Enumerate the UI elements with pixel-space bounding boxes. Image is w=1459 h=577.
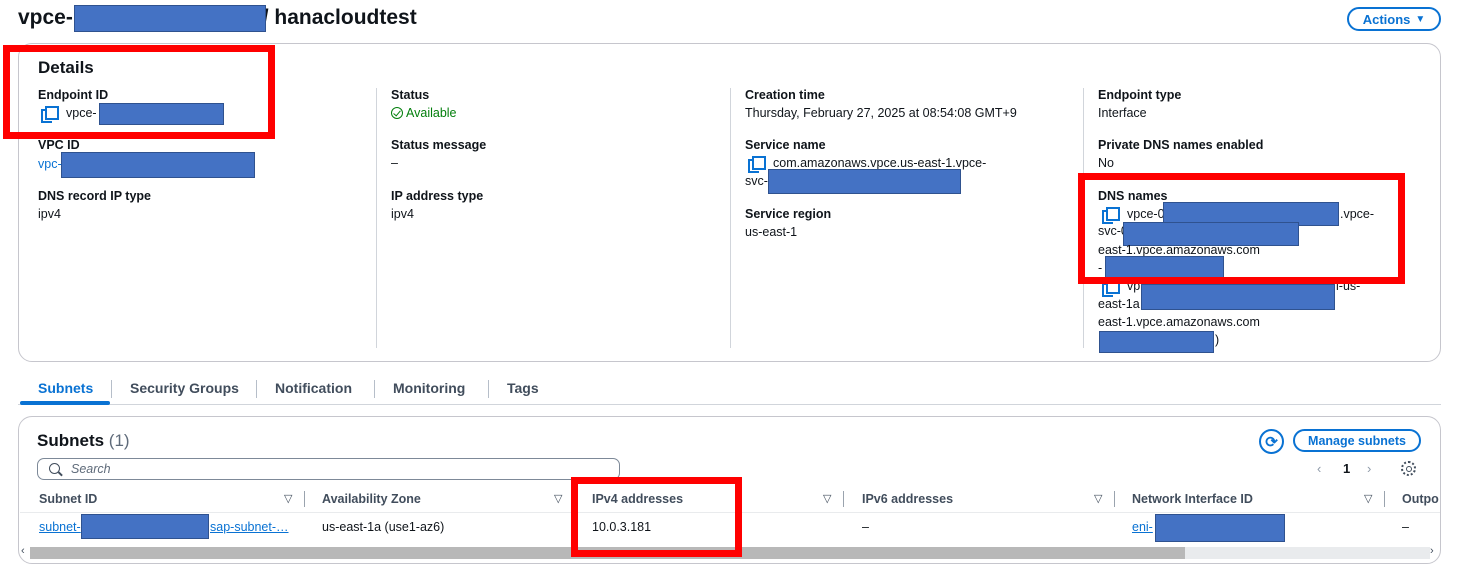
tab-monitoring[interactable]: Monitoring bbox=[393, 380, 465, 396]
column-divider[interactable] bbox=[304, 491, 305, 507]
actions-button[interactable]: Actions ▼ bbox=[1347, 7, 1441, 31]
ipv6-cell: – bbox=[862, 520, 869, 534]
copy-icon[interactable] bbox=[748, 156, 766, 173]
redacted-block bbox=[74, 5, 266, 32]
column-divider[interactable] bbox=[1384, 491, 1385, 507]
service-region-value: us-east-1 bbox=[745, 225, 798, 239]
tab-separator bbox=[256, 380, 257, 398]
column-header-outpost[interactable]: Outpo bbox=[1402, 492, 1439, 506]
eni-link[interactable]: eni- bbox=[1132, 520, 1153, 534]
service-name-line1: com.amazonaws.vpce.us-east-1.vpce- bbox=[773, 156, 987, 170]
outpost-cell: – bbox=[1402, 520, 1409, 534]
availability-zone-cell: us-east-1a (use1-az6) bbox=[322, 520, 445, 534]
annotation-box-endpoint-id bbox=[3, 45, 275, 139]
status-message-label: Status message bbox=[391, 138, 487, 152]
subnet-id-link[interactable]: subnet- bbox=[39, 520, 81, 534]
creation-time-label: Creation time bbox=[745, 88, 825, 102]
endpoint-type-label: Endpoint type bbox=[1098, 88, 1182, 102]
tab-subnets[interactable]: Subnets bbox=[38, 380, 93, 396]
scroll-left-arrow[interactable]: ‹ bbox=[21, 545, 25, 557]
dns-name-2-line4: ) bbox=[1215, 333, 1220, 347]
caret-down-icon: ▼ bbox=[1415, 13, 1426, 25]
redacted-block bbox=[768, 169, 961, 194]
service-name-line2: svc- bbox=[745, 174, 768, 188]
vpc-id-label: VPC ID bbox=[38, 138, 80, 152]
tab-separator bbox=[111, 380, 112, 398]
annotation-box-ipv4 bbox=[571, 477, 742, 557]
status-message-value: – bbox=[391, 156, 398, 170]
search-input[interactable]: Search bbox=[37, 458, 620, 480]
title-suffix: / hanacloudtest bbox=[256, 6, 417, 29]
subnets-count: (1) bbox=[108, 431, 130, 450]
column-divider bbox=[730, 88, 731, 348]
title-prefix: vpce- bbox=[18, 6, 73, 29]
column-divider[interactable] bbox=[843, 491, 844, 507]
dns-record-ip-type-value: ipv4 bbox=[38, 207, 61, 221]
redacted-block bbox=[61, 152, 255, 178]
ip-address-type-label: IP address type bbox=[391, 189, 484, 203]
tab-separator bbox=[488, 380, 489, 398]
redacted-block bbox=[1155, 514, 1285, 542]
check-circle-icon bbox=[391, 107, 403, 119]
tab-notification[interactable]: Notification bbox=[275, 380, 352, 396]
column-header-availability-zone[interactable]: Availability Zone bbox=[322, 492, 421, 506]
sort-icon[interactable]: ▽ bbox=[823, 492, 831, 505]
private-dns-label: Private DNS names enabled bbox=[1098, 138, 1264, 152]
tabs-divider bbox=[18, 404, 1441, 405]
manage-subnets-button[interactable]: Manage subnets bbox=[1293, 429, 1421, 452]
annotation-box-dns-names bbox=[1078, 173, 1405, 284]
column-header-ipv6[interactable]: IPv6 addresses bbox=[862, 492, 953, 506]
tab-separator bbox=[374, 380, 375, 398]
active-tab-indicator bbox=[20, 401, 110, 405]
search-icon bbox=[49, 463, 60, 474]
service-region-label: Service region bbox=[745, 207, 832, 221]
status-label: Status bbox=[391, 88, 430, 102]
refresh-button[interactable]: ⟳ bbox=[1259, 429, 1284, 454]
sort-icon[interactable]: ▽ bbox=[1094, 492, 1102, 505]
dns-record-ip-type-label: DNS record IP type bbox=[38, 189, 152, 203]
column-header-network-interface-id[interactable]: Network Interface ID bbox=[1132, 492, 1253, 506]
scroll-right-arrow[interactable]: › bbox=[1430, 545, 1434, 557]
sort-icon[interactable]: ▽ bbox=[284, 492, 292, 505]
endpoint-type-value: Interface bbox=[1098, 106, 1147, 120]
tab-tags[interactable]: Tags bbox=[507, 380, 539, 396]
refresh-icon: ⟳ bbox=[1265, 433, 1278, 451]
column-divider[interactable] bbox=[1114, 491, 1115, 507]
creation-time-value: Thursday, February 27, 2025 at 08:54:08 … bbox=[745, 106, 1017, 120]
pagination-page[interactable]: 1 bbox=[1343, 461, 1350, 476]
ip-address-type-value: ipv4 bbox=[391, 207, 414, 221]
redacted-block bbox=[1099, 331, 1214, 353]
service-name-label: Service name bbox=[745, 138, 826, 152]
status-badge: Available bbox=[391, 106, 457, 120]
pagination-next-button[interactable]: › bbox=[1367, 461, 1371, 476]
column-header-subnet-id[interactable]: Subnet ID bbox=[39, 492, 97, 506]
pagination-prev-button[interactable]: ‹ bbox=[1317, 461, 1321, 476]
redacted-block bbox=[81, 514, 209, 539]
redacted-block bbox=[1141, 284, 1335, 310]
search-placeholder: Search bbox=[71, 462, 111, 476]
subnet-name-link[interactable]: sap-subnet-… bbox=[210, 520, 289, 534]
tab-security-groups[interactable]: Security Groups bbox=[130, 380, 239, 396]
column-divider bbox=[376, 88, 377, 348]
dns-name-2-line3: east-1.vpce.amazonaws.com bbox=[1098, 315, 1260, 329]
private-dns-value: No bbox=[1098, 156, 1114, 170]
dns-name-2-line2: east-1a bbox=[1098, 297, 1140, 311]
subnets-heading: Subnets (1) bbox=[37, 431, 130, 450]
sort-icon[interactable]: ▽ bbox=[554, 492, 562, 505]
gear-icon[interactable] bbox=[1401, 461, 1416, 476]
vpc-id-link[interactable]: vpc- bbox=[38, 157, 62, 171]
sort-icon[interactable]: ▽ bbox=[1364, 492, 1372, 505]
